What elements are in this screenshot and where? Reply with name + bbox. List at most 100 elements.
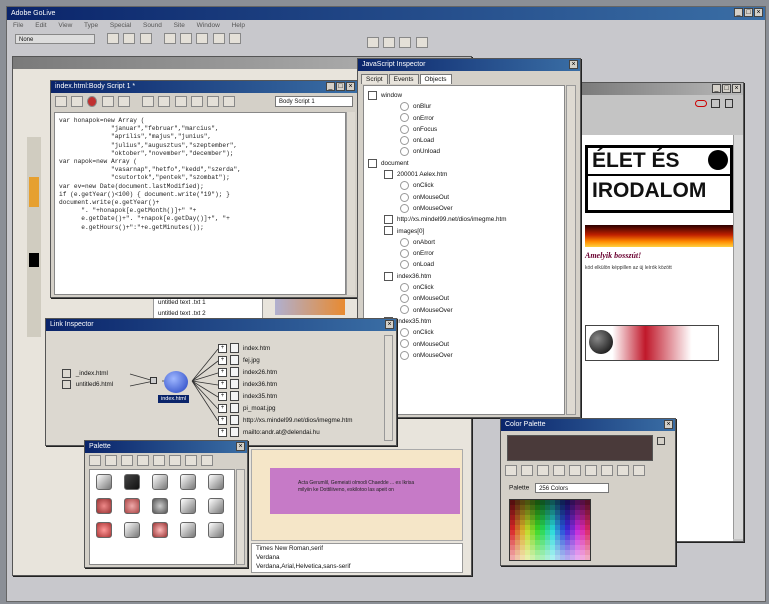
palette-item-icon[interactable] <box>180 522 196 538</box>
code-editor[interactable]: var honapok=new Array ( "januar","februa… <box>54 112 346 295</box>
format-icon[interactable] <box>223 96 236 107</box>
minimize-icon[interactable]: _ <box>734 8 743 17</box>
tree-item[interactable]: onUnload <box>364 146 564 157</box>
replace-icon[interactable] <box>207 96 220 107</box>
italic-icon[interactable] <box>123 33 136 44</box>
eyedropper-icon[interactable] <box>657 437 665 445</box>
run-icon[interactable] <box>55 96 67 107</box>
menu-help[interactable]: Help <box>232 22 245 29</box>
minimize-icon[interactable]: _ <box>326 82 335 91</box>
menu-window[interactable]: Window <box>197 22 220 29</box>
tree-item[interactable]: onMouseOver <box>364 203 564 214</box>
page-icon[interactable] <box>711 99 720 108</box>
page-properties-icon[interactable] <box>725 99 733 108</box>
check-syntax-icon[interactable] <box>117 96 130 107</box>
link-target-item[interactable]: + fej.jpg <box>218 355 353 367</box>
tab-events[interactable]: Events <box>388 74 419 84</box>
tree-item[interactable]: window <box>364 90 564 101</box>
palette-tab-forms[interactable] <box>105 455 117 466</box>
menu-edit[interactable]: Edit <box>35 22 46 29</box>
document-title-bar[interactable]: _ □ × <box>579 83 743 95</box>
link-target-item[interactable]: + index26.htm <box>218 367 353 379</box>
script-title-bar[interactable]: index.html:Body Script 1 * _ □ × <box>51 81 357 93</box>
link-icon[interactable] <box>367 37 379 48</box>
stop-icon[interactable] <box>87 96 98 107</box>
palette-item-icon[interactable] <box>208 474 224 490</box>
current-color-swatch[interactable] <box>507 435 653 461</box>
expand-icon[interactable]: + <box>218 391 227 401</box>
expand-icon[interactable]: + <box>218 427 227 437</box>
expand-icon[interactable]: + <box>218 379 227 389</box>
font-item[interactable]: Verdana,Arial,Helvetica,sans-serif <box>252 562 462 571</box>
color-palette-window[interactable]: Color Palette × Palette 256 Colors <box>500 418 676 566</box>
tree-item[interactable]: http://xs.mindel99.net/dios/imegme.htm <box>364 214 564 225</box>
link-target-item[interactable]: + http://xs.mindel99.net/dios/imegme.htm <box>218 415 353 427</box>
palette-item-icon[interactable] <box>180 474 196 490</box>
teletype-icon[interactable] <box>139 33 152 44</box>
color-swatch[interactable] <box>585 555 590 560</box>
close-icon[interactable]: × <box>236 442 245 451</box>
expand-icon[interactable]: + <box>218 415 227 425</box>
expand-icon[interactable]: + <box>218 403 227 413</box>
debug-icon[interactable] <box>101 96 114 107</box>
tool-orange-icon[interactable] <box>29 177 39 207</box>
palette-item-icon[interactable] <box>96 522 112 538</box>
color-tab-hsv[interactable] <box>569 465 581 476</box>
tool-black-icon[interactable] <box>29 253 39 267</box>
app-title-bar[interactable]: Adobe GoLive _ □ × <box>7 7 765 20</box>
close-icon[interactable]: × <box>664 420 673 429</box>
menu-view[interactable]: View <box>58 22 72 29</box>
list-icon[interactable] <box>212 33 225 44</box>
palette-item-icon[interactable] <box>152 522 168 538</box>
maximize-icon[interactable]: □ <box>722 84 731 93</box>
close-icon[interactable]: × <box>732 84 741 93</box>
close-icon[interactable]: × <box>346 82 355 91</box>
tree-scrollbar[interactable] <box>566 85 576 415</box>
paste-icon[interactable] <box>174 96 187 107</box>
anchor-icon[interactable] <box>383 37 396 48</box>
color-tab-hsb[interactable] <box>553 465 565 476</box>
palette-item-icon[interactable] <box>208 498 224 514</box>
align-center-icon[interactable] <box>180 33 193 44</box>
link-target-item[interactable]: + pi_moat.jpg <box>218 403 353 415</box>
palette-tab-cyber[interactable] <box>185 455 197 466</box>
tree-item[interactable]: onLoad <box>364 259 564 270</box>
align-right-icon[interactable] <box>196 33 209 44</box>
link-inspector-window[interactable]: Link Inspector × _index.html untitled6.h… <box>45 318 397 446</box>
minimize-icon[interactable]: _ <box>712 84 721 93</box>
copy-icon[interactable] <box>158 96 171 107</box>
link-center-node[interactable] <box>164 371 188 393</box>
palette-title-bar[interactable]: Palette × <box>85 441 247 453</box>
expand-icon[interactable]: + <box>218 343 227 353</box>
tree-item[interactable]: onError <box>364 113 564 124</box>
color-tab-grayscale[interactable] <box>505 465 517 476</box>
menu-special[interactable]: Special <box>110 22 131 29</box>
link-target-item[interactable]: + index36.htm <box>218 379 353 391</box>
preview-scrollbar[interactable] <box>733 135 743 539</box>
palette-tab-site[interactable] <box>137 455 149 466</box>
find-icon[interactable] <box>190 96 203 107</box>
site-list-row[interactable]: untitled text .txt 1 <box>154 298 262 309</box>
palette-item-icon[interactable] <box>152 498 168 514</box>
link-target-item[interactable]: + mailto:andr.at@delendai.hu <box>218 427 353 439</box>
menu-file[interactable]: File <box>13 22 23 29</box>
color-tab-web[interactable] <box>601 465 613 476</box>
palette-item-icon[interactable] <box>96 474 112 490</box>
palette-tab-basic[interactable] <box>89 455 101 466</box>
tab-script[interactable]: Script <box>361 74 388 84</box>
palette-item-icon[interactable] <box>124 498 140 514</box>
tree-item[interactable]: onFocus <box>364 124 564 135</box>
link-warning-icon[interactable] <box>695 100 707 107</box>
cut-icon[interactable] <box>142 96 155 107</box>
palette-item-icon[interactable] <box>180 498 196 514</box>
tree-item[interactable]: images[0] <box>364 226 564 237</box>
palette-item-icon[interactable] <box>96 498 112 514</box>
link-target-item[interactable]: + index.htm <box>218 343 353 355</box>
tree-item[interactable]: document <box>364 158 564 169</box>
color-tab-cmyk[interactable] <box>537 465 549 476</box>
color-tab-site[interactable] <box>617 465 629 476</box>
tab-objects[interactable]: Objects <box>419 74 452 84</box>
palette-tab-head[interactable] <box>121 455 133 466</box>
palette-tab-text[interactable] <box>169 455 181 466</box>
menu-site[interactable]: Site <box>174 22 185 29</box>
